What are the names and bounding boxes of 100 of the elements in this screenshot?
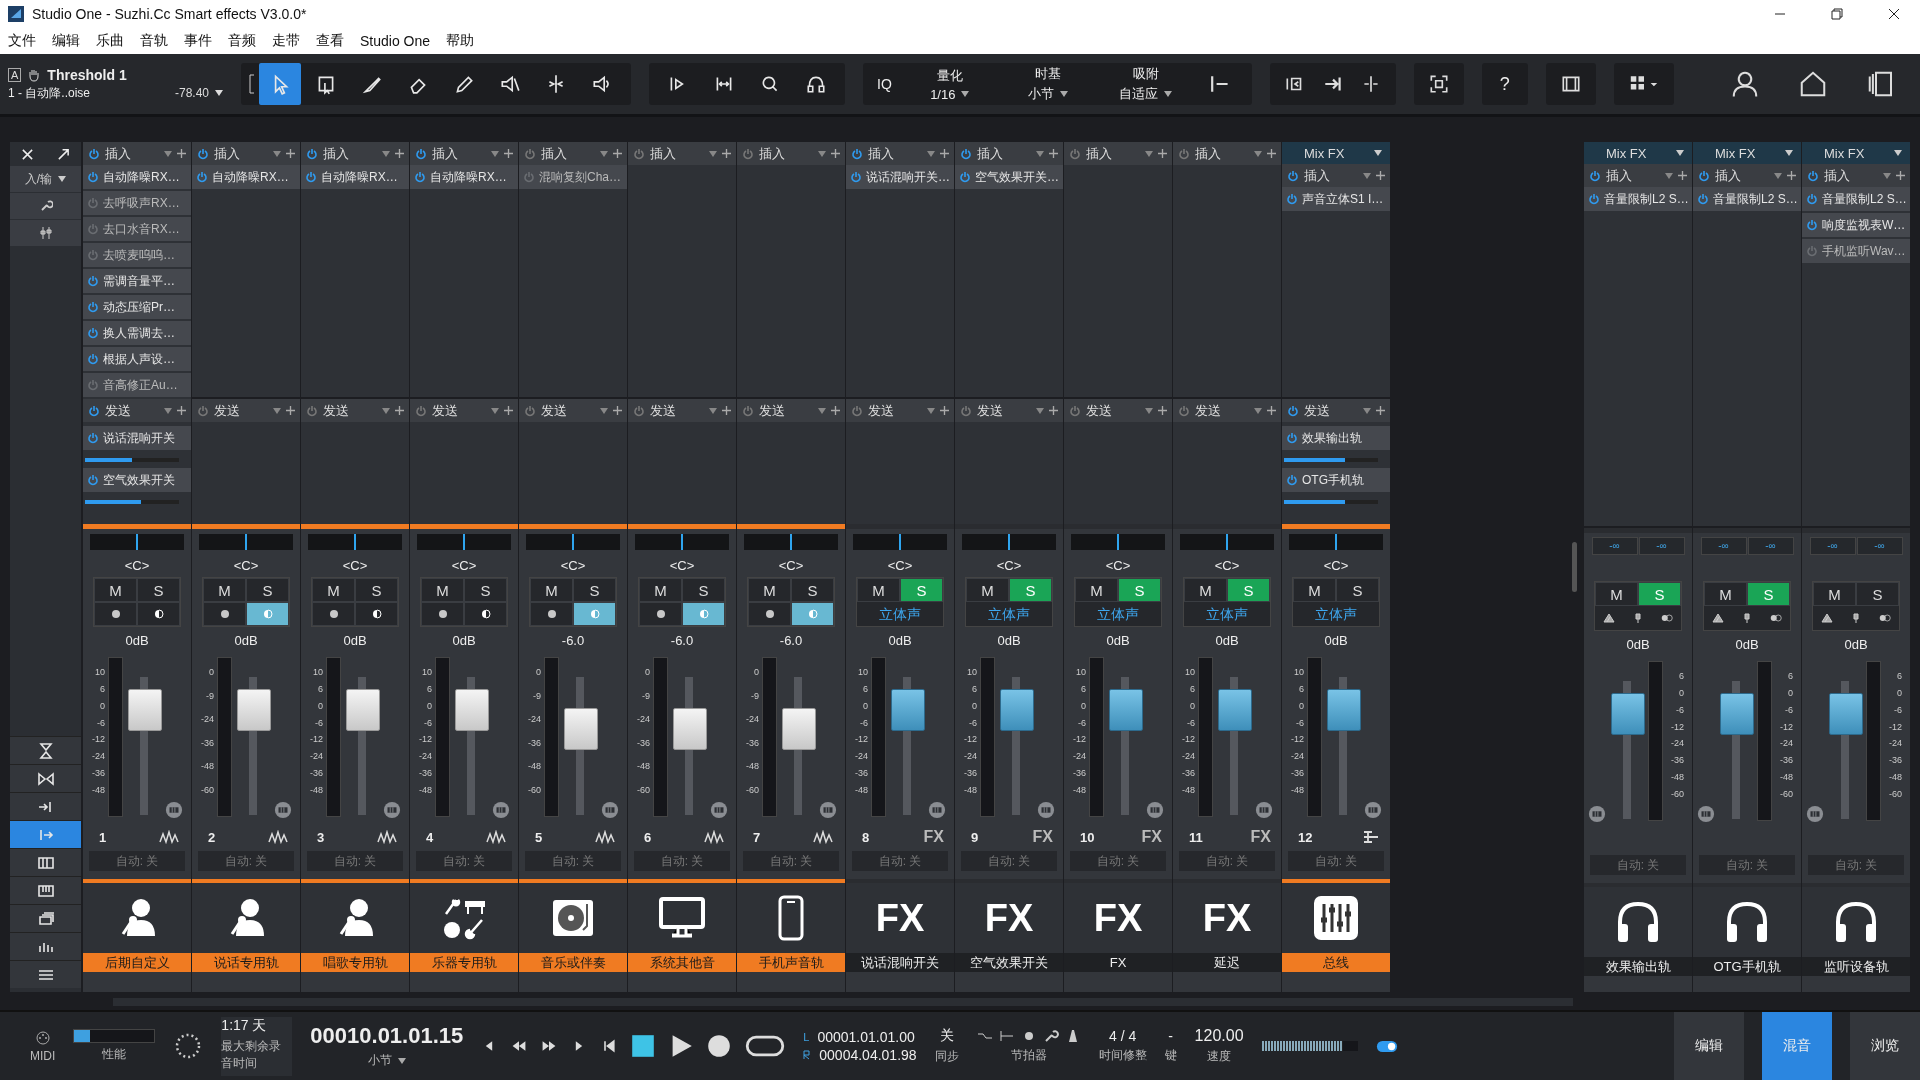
add-icon[interactable]: [1376, 406, 1385, 415]
mute-button[interactable]: M: [639, 578, 682, 602]
power-icon[interactable]: [1178, 404, 1190, 417]
channel-mode-label[interactable]: 立体声: [1184, 602, 1270, 626]
mute-button[interactable]: M: [1293, 578, 1336, 602]
meter-mode-icon[interactable]: [1806, 805, 1824, 823]
collapse-view-button[interactable]: [10, 736, 81, 764]
menu-item[interactable]: 音轨: [140, 32, 168, 50]
power-icon[interactable]: [87, 171, 99, 183]
menu-item[interactable]: Studio One: [360, 33, 431, 49]
power-icon[interactable]: [1698, 169, 1710, 182]
plugin-name[interactable]: 换人需调去…: [103, 324, 175, 342]
setting-dropdown[interactable]: 1/16: [930, 86, 956, 102]
record-button[interactable]: [421, 602, 464, 626]
menu-item[interactable]: 音频: [228, 32, 256, 50]
add-icon[interactable]: [286, 149, 295, 158]
plugin-name[interactable]: 手机监听Wav…: [1822, 242, 1906, 260]
power-icon[interactable]: [1286, 193, 1298, 205]
key-value[interactable]: -: [1168, 1028, 1173, 1044]
send-level-track[interactable]: [1284, 458, 1378, 462]
lines-view-button[interactable]: [10, 960, 81, 988]
channel-name[interactable]: 监听设备轨: [1802, 957, 1910, 976]
fader-handle[interactable]: [673, 708, 707, 751]
fader-handle[interactable]: [782, 708, 816, 751]
caret-icon[interactable]: [1164, 91, 1173, 97]
add-icon[interactable]: [940, 149, 949, 158]
grid-view-button[interactable]: [10, 848, 81, 876]
add-icon[interactable]: [1158, 149, 1167, 158]
power-icon[interactable]: [1069, 404, 1081, 417]
fader-handle[interactable]: [128, 689, 162, 732]
channel-name[interactable]: 唱歌专用轨: [301, 953, 409, 972]
fader-handle[interactable]: [1720, 693, 1754, 736]
power-icon[interactable]: [851, 147, 863, 160]
power-icon[interactable]: [1178, 147, 1190, 160]
focus-icon[interactable]: [1427, 73, 1450, 95]
record-button[interactable]: [203, 602, 246, 626]
add-icon[interactable]: [722, 149, 731, 158]
monitor-button[interactable]: [791, 602, 834, 626]
power-icon[interactable]: [87, 432, 99, 444]
power-icon[interactable]: [633, 404, 645, 417]
add-icon[interactable]: [395, 149, 404, 158]
fader-handle[interactable]: [1829, 693, 1863, 736]
fader-handle[interactable]: [564, 708, 598, 751]
mix-fx-selector[interactable]: Mix FX: [1824, 145, 1865, 161]
caret-icon[interactable]: [215, 90, 223, 96]
add-icon[interactable]: [1158, 406, 1167, 415]
fader-handle[interactable]: [891, 689, 925, 732]
channel-name[interactable]: 总线: [1282, 953, 1390, 972]
add-icon[interactable]: [1678, 171, 1687, 180]
menu-item[interactable]: 查看: [316, 32, 344, 50]
add-icon[interactable]: [1049, 149, 1058, 158]
plugin-name[interactable]: 说话混响开关…: [866, 168, 950, 186]
plugin-name[interactable]: 需调音量平…: [103, 272, 175, 290]
power-icon[interactable]: [87, 327, 99, 339]
send-level-track[interactable]: [85, 458, 179, 462]
pan-slider[interactable]: [199, 534, 293, 550]
mute-button[interactable]: M: [203, 578, 246, 602]
power-icon[interactable]: [524, 147, 536, 160]
plugin-name[interactable]: 自动降噪RX…: [321, 168, 398, 186]
power-icon[interactable]: [850, 171, 862, 183]
plugin-name[interactable]: 动态压缩Pr…: [103, 298, 175, 316]
add-icon[interactable]: [1267, 149, 1276, 158]
close-icon[interactable]: [1888, 8, 1900, 20]
power-icon[interactable]: [1589, 169, 1601, 182]
add-icon[interactable]: [1787, 171, 1796, 180]
plugin-name[interactable]: 自动降噪RX…: [103, 168, 180, 186]
power-icon[interactable]: [1287, 169, 1299, 182]
power-icon[interactable]: [524, 404, 536, 417]
plugin-name[interactable]: 去口水音RX…: [103, 220, 180, 238]
plugin-name[interactable]: 音量限制L2 S…: [1713, 190, 1798, 208]
power-icon[interactable]: [742, 404, 754, 417]
mute-button[interactable]: M: [312, 578, 355, 602]
caret-icon[interactable]: [1676, 150, 1684, 156]
channel-mode-label[interactable]: 立体声: [1075, 602, 1161, 626]
record-button[interactable]: [94, 602, 137, 626]
help-button[interactable]: ?: [1489, 73, 1520, 95]
send-name[interactable]: 说话混响开关: [103, 429, 175, 447]
send-level-track[interactable]: [85, 500, 179, 504]
bars-view-button[interactable]: [10, 932, 81, 960]
monitor-button[interactable]: [464, 602, 507, 626]
pan-slider[interactable]: [90, 534, 184, 550]
monitor-button[interactable]: [137, 602, 180, 626]
input-view-button[interactable]: [10, 792, 81, 820]
pan-slider[interactable]: [635, 534, 729, 550]
meter-mode-icon[interactable]: [492, 801, 510, 819]
meter-mode-icon[interactable]: [601, 801, 619, 819]
menu-item[interactable]: 事件: [184, 32, 212, 50]
record-icon[interactable]: [707, 1034, 732, 1058]
record-button[interactable]: [530, 602, 573, 626]
caret-icon[interactable]: [961, 91, 970, 97]
power-icon[interactable]: [88, 404, 100, 417]
power-icon[interactable]: [1286, 432, 1298, 444]
plugin-name[interactable]: 音量限制L2 S…: [1822, 190, 1907, 208]
add-icon[interactable]: [831, 149, 840, 158]
fader-handle[interactable]: [1611, 693, 1645, 736]
page-tab[interactable]: 编辑: [1674, 1012, 1744, 1080]
record-button[interactable]: [312, 602, 355, 626]
auto-badge[interactable]: A: [8, 68, 22, 82]
power-icon[interactable]: [415, 147, 427, 160]
pan-slider[interactable]: [417, 534, 511, 550]
